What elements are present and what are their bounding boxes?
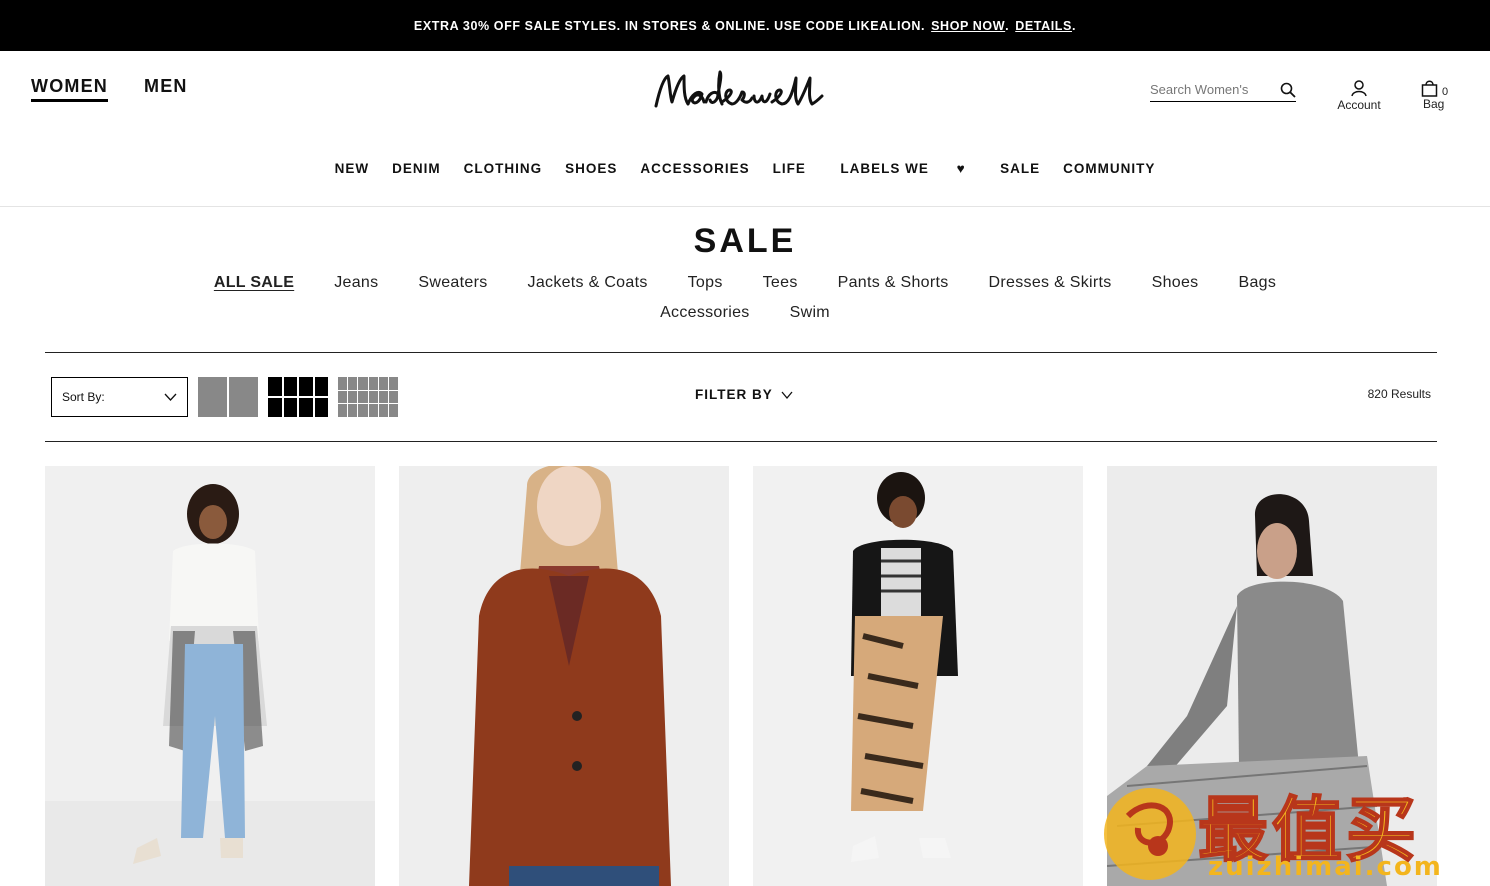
search-icon[interactable] [1280, 82, 1296, 98]
product-card[interactable] [45, 466, 375, 886]
product-image [399, 466, 729, 886]
grid-cell [348, 390, 358, 404]
page-title: SALE [693, 222, 797, 260]
subnav-bags[interactable]: Bags [1238, 274, 1276, 292]
product-card[interactable] [399, 466, 729, 886]
subnav-tops[interactable]: Tops [688, 274, 723, 292]
grid-cell [348, 377, 358, 390]
grid-cell [368, 404, 378, 417]
grid-cell [388, 404, 398, 417]
sort-by-label: Sort By: [62, 390, 105, 404]
nav-labels-we-love[interactable]: LABELS WE ♥ [829, 161, 977, 176]
results-count: 820 Results [1367, 387, 1431, 401]
promo-banner: EXTRA 30% OFF SALE STYLES. IN STORES & O… [0, 0, 1490, 51]
product-image [45, 466, 375, 886]
search-box [1150, 78, 1296, 102]
grid-cell [229, 377, 258, 417]
grid-cell [314, 398, 328, 417]
nav-community[interactable]: COMMUNITY [1063, 161, 1155, 176]
chevron-down-icon [781, 391, 793, 399]
grid-4-column-toggle[interactable] [268, 377, 328, 417]
header-divider [0, 206, 1490, 207]
subnav-swim[interactable]: Swim [790, 304, 830, 322]
grid-cell [358, 390, 368, 404]
promo-separator: . [1005, 18, 1010, 33]
sort-by-dropdown[interactable]: Sort By: [51, 377, 188, 417]
grid-cell [338, 390, 348, 404]
grid-cell [299, 398, 313, 417]
nav-shoes[interactable]: SHOES [565, 161, 617, 176]
grid-cell [378, 377, 388, 390]
promo-end: . [1071, 18, 1077, 33]
bag-count: 0 [1442, 86, 1449, 98]
filter-by-button[interactable]: FILTER BY [695, 387, 793, 402]
nav-accessories[interactable]: ACCESSORIES [640, 161, 749, 176]
subnav-dresses-skirts[interactable]: Dresses & Skirts [989, 274, 1112, 292]
logo-script [654, 70, 824, 108]
promo-text: EXTRA 30% OFF SALE STYLES. IN STORES & O… [413, 18, 926, 33]
nav-clothing[interactable]: CLOTHING [464, 161, 543, 176]
main-nav: NEW DENIM CLOTHING SHOES ACCESSORIES LIF… [0, 161, 1490, 176]
nav-sale[interactable]: SALE [1000, 161, 1040, 176]
grid-cell [338, 377, 348, 390]
subnav-jackets-coats[interactable]: Jackets & Coats [528, 274, 648, 292]
watermark-logo: 最值买 zuizhimai.com [1098, 776, 1478, 884]
filter-by-label: FILTER BY [695, 387, 773, 402]
grid-cell [314, 377, 328, 396]
grid-cell [283, 377, 297, 396]
women-tab[interactable]: WOMEN [31, 76, 108, 102]
grid-cell [388, 390, 398, 404]
grid-cell [388, 377, 398, 390]
product-image [753, 466, 1083, 886]
shopping-bag-icon [1421, 80, 1438, 97]
grid-cell [268, 377, 282, 396]
product-card[interactable] [753, 466, 1083, 886]
user-icon [1351, 80, 1367, 97]
heart-icon: ♥ [956, 161, 966, 176]
subnav-all-sale[interactable]: ALL SALE [214, 274, 294, 292]
shop-now-link[interactable]: SHOP NOW [931, 19, 1005, 33]
toolbar-top-rule [45, 352, 1437, 353]
grid-cell [358, 377, 368, 390]
nav-denim[interactable]: DENIM [392, 161, 441, 176]
grid-cell [358, 404, 368, 417]
grid-6-column-toggle[interactable] [338, 377, 398, 417]
grid-cell [299, 377, 313, 396]
account-label: Account [1337, 98, 1381, 112]
nav-new[interactable]: NEW [335, 161, 370, 176]
sale-category-nav-row2: Accessories Swim [0, 304, 1490, 322]
subnav-tees[interactable]: Tees [763, 274, 798, 292]
grid-cell [268, 398, 282, 417]
grid-cell [368, 377, 378, 390]
grid-cell [338, 404, 348, 417]
sale-category-nav: ALL SALE Jeans Sweaters Jackets & Coats … [0, 274, 1490, 292]
details-link[interactable]: DETAILS [1015, 19, 1072, 33]
nav-labels-we-text: LABELS WE [840, 161, 929, 176]
subnav-sweaters[interactable]: Sweaters [418, 274, 487, 292]
grid-cell [198, 377, 227, 417]
gender-switch: WOMEN MEN [31, 76, 188, 102]
toolbar-bottom-rule [45, 441, 1437, 442]
madewell-logo[interactable] [650, 68, 835, 120]
watermark-domain: zuizhimai.com [1208, 852, 1443, 882]
chevron-down-icon [164, 393, 177, 401]
nav-life[interactable]: LIFE [773, 161, 806, 176]
subnav-jeans[interactable]: Jeans [334, 274, 378, 292]
grid-cell [283, 398, 297, 417]
subnav-accessories[interactable]: Accessories [660, 304, 750, 322]
grid-cell [348, 404, 358, 417]
subnav-pants-shorts[interactable]: Pants & Shorts [838, 274, 949, 292]
bag-label: Bag [1423, 97, 1445, 111]
search-input[interactable] [1150, 82, 1270, 97]
grid-2-column-toggle[interactable] [198, 377, 258, 417]
men-tab[interactable]: MEN [144, 76, 188, 102]
bag-button[interactable]: 0 Bag [1421, 79, 1455, 111]
account-button[interactable]: Account [1333, 79, 1385, 112]
grid-cell [378, 390, 388, 404]
subnav-shoes[interactable]: Shoes [1152, 274, 1199, 292]
grid-cell [368, 390, 378, 404]
grid-cell [378, 404, 388, 417]
